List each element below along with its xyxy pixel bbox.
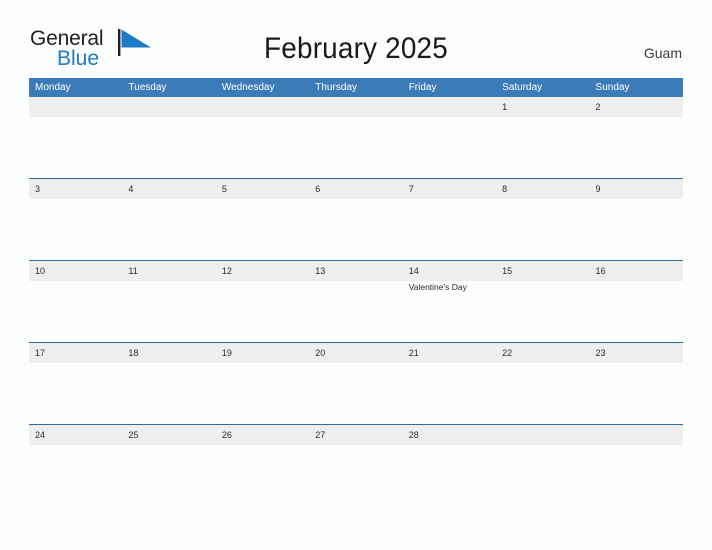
day-number: 26	[221, 430, 232, 440]
week-row: 3 4 5 6 7 8 9	[29, 178, 683, 260]
day-number: 15	[502, 266, 513, 276]
day-number: 1	[502, 102, 508, 112]
day-number	[409, 97, 496, 117]
weekday-tuesday: Tuesday	[128, 82, 167, 93]
day-number: 14	[408, 266, 419, 276]
day-number: 17	[35, 348, 46, 358]
day-number: 7	[408, 184, 414, 194]
day-cell[interactable]: 26	[216, 425, 309, 506]
day-cell[interactable]: 28	[403, 425, 496, 506]
day-cell[interactable]: 4	[122, 179, 215, 260]
day-number: 8	[502, 184, 508, 194]
day-cell[interactable]: 21	[403, 343, 496, 424]
day-number: 10	[35, 266, 46, 276]
day-number	[222, 97, 309, 117]
day-cell[interactable]: 11	[122, 261, 215, 342]
day-cell[interactable]: 19	[216, 343, 309, 424]
weekday-friday: Friday	[408, 82, 437, 93]
day-number	[596, 425, 683, 445]
weekday-wednesday: Wednesday	[221, 82, 275, 93]
page-title: February 2025	[264, 32, 448, 65]
weekday-monday: Monday	[35, 82, 71, 93]
day-cell[interactable]: 8	[496, 179, 589, 260]
day-cell[interactable]: 18	[122, 343, 215, 424]
day-number: 24	[35, 430, 46, 440]
day-number	[315, 97, 402, 117]
calendar-grid: Monday Tuesday Wednesday Thursday Friday…	[29, 78, 683, 506]
day-number: 22	[502, 348, 513, 358]
weekday-header-row: Monday Tuesday Wednesday Thursday Friday…	[29, 78, 683, 97]
weekday-saturday: Saturday	[502, 82, 543, 93]
day-cell[interactable]: 12	[216, 261, 309, 342]
week-row: 24 25 26 27 28	[29, 424, 683, 506]
day-cell[interactable]	[496, 425, 589, 506]
day-cell[interactable]: 5	[216, 179, 309, 260]
day-number: 27	[315, 430, 326, 440]
day-cell[interactable]: 15	[496, 261, 589, 342]
day-number: 25	[128, 430, 139, 440]
day-number: 12	[221, 266, 232, 276]
day-cell[interactable]	[309, 97, 402, 178]
day-number	[502, 425, 589, 445]
day-cell[interactable]: 2	[590, 97, 683, 178]
day-cell[interactable]: 20	[309, 343, 402, 424]
location-label: Guam	[643, 45, 682, 61]
day-cell[interactable]: 27	[309, 425, 402, 506]
day-number: 20	[315, 348, 326, 358]
day-cell[interactable]: 9	[590, 179, 683, 260]
week-row: 1 2	[29, 97, 683, 178]
day-cell[interactable]: 3	[29, 179, 122, 260]
day-cell[interactable]: 25	[122, 425, 215, 506]
day-cell[interactable]: 23	[590, 343, 683, 424]
day-cell[interactable]: 1	[496, 97, 589, 178]
day-number	[128, 97, 215, 117]
day-number: 28	[408, 430, 419, 440]
day-number: 18	[128, 348, 139, 358]
day-cell[interactable]	[403, 97, 496, 178]
day-cell[interactable]	[216, 97, 309, 178]
week-row: 10 11 12 13 14 Valentine's Day 15 16	[29, 260, 683, 342]
page-header: General Blue February 2025 Guam	[0, 0, 712, 78]
day-number: 5	[221, 184, 227, 194]
day-number: 13	[315, 266, 326, 276]
day-cell[interactable]: 6	[309, 179, 402, 260]
day-event: Valentine's Day	[408, 282, 467, 292]
day-number: 21	[408, 348, 419, 358]
day-cell[interactable]: 17	[29, 343, 122, 424]
day-cell[interactable]: 16	[590, 261, 683, 342]
day-number: 11	[128, 266, 138, 276]
day-number: 6	[315, 184, 321, 194]
day-number: 2	[595, 102, 601, 112]
day-number: 9	[595, 184, 601, 194]
day-number: 16	[595, 266, 606, 276]
day-cell[interactable]	[29, 97, 122, 178]
day-number: 4	[128, 184, 134, 194]
day-cell[interactable]: 24	[29, 425, 122, 506]
week-row: 17 18 19 20 21 22 23	[29, 342, 683, 424]
day-cell[interactable]: 22	[496, 343, 589, 424]
day-number: 3	[35, 184, 41, 194]
day-cell[interactable]: 14 Valentine's Day	[403, 261, 496, 342]
day-cell[interactable]	[590, 425, 683, 506]
day-number	[35, 97, 122, 117]
day-cell[interactable]: 7	[403, 179, 496, 260]
day-number: 23	[595, 348, 606, 358]
weekday-thursday: Thursday	[315, 82, 357, 93]
day-cell[interactable]: 10	[29, 261, 122, 342]
day-cell[interactable]	[122, 97, 215, 178]
day-number: 19	[221, 348, 232, 358]
day-cell[interactable]: 13	[309, 261, 402, 342]
weekday-sunday: Sunday	[595, 82, 630, 93]
